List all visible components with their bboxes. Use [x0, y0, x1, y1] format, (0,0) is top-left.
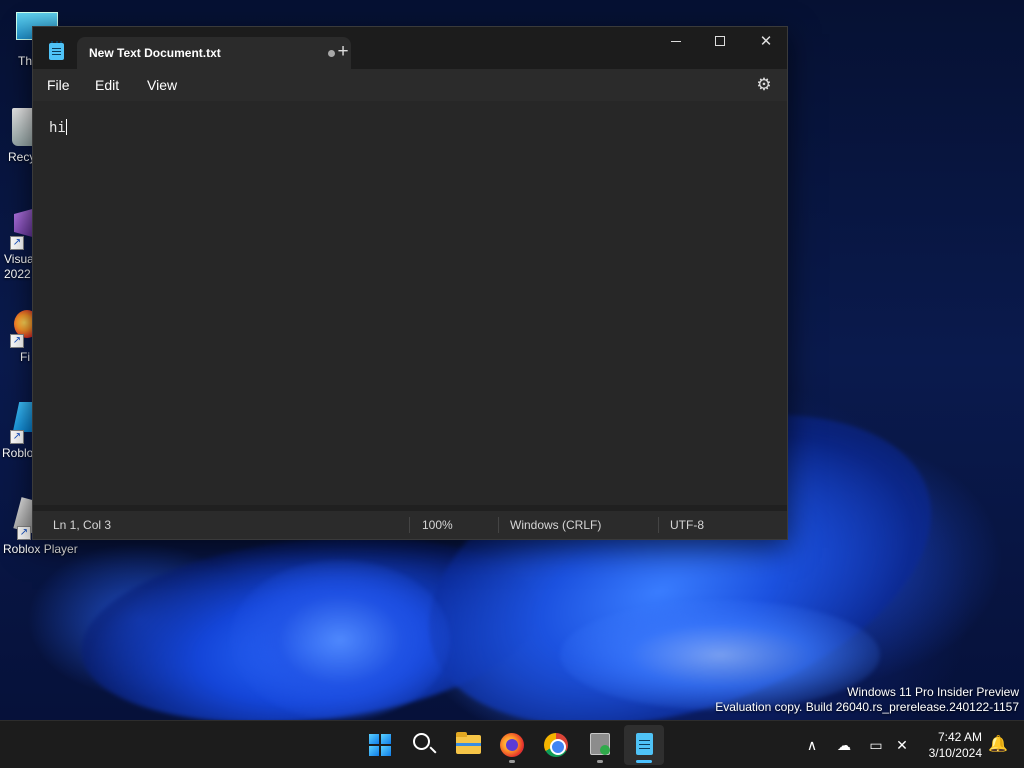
desktop-icon-label: Roblox Player	[3, 542, 78, 556]
new-tab-button[interactable]: +	[331, 42, 355, 63]
status-encoding: UTF-8	[670, 518, 704, 532]
status-cursor-position: Ln 1, Col 3	[53, 518, 112, 532]
desktop-icon-label-line1: Visua	[4, 252, 34, 266]
status-bar: Ln 1, Col 3 100% Windows (CRLF) UTF-8	[33, 511, 787, 539]
watermark-line1: Windows 11 Pro Insider Preview	[847, 685, 1019, 699]
status-divider	[498, 517, 499, 533]
minimize-icon	[671, 40, 681, 42]
clock-time: 7:42 AM	[937, 730, 982, 744]
editor-content[interactable]: hi	[49, 119, 67, 136]
running-indicator	[509, 760, 515, 763]
tool-icon	[590, 733, 610, 755]
minimize-button[interactable]	[653, 27, 699, 59]
wallpaper-bloom	[230, 560, 450, 720]
shortcut-arrow-icon: ↗	[10, 430, 24, 444]
watermark-line2: Evaluation copy. Build 26040.rs_prerelea…	[715, 700, 1019, 714]
menu-bar: File Edit View ⚙	[33, 69, 787, 101]
volume-muted-icon[interactable]: ✕	[892, 735, 912, 755]
tab-new-text-document[interactable]: New Text Document.txt	[77, 37, 351, 69]
status-divider	[409, 517, 410, 533]
text-editor[interactable]: hi	[33, 101, 787, 505]
text-caret	[65, 119, 67, 135]
menu-file[interactable]: File	[47, 77, 70, 93]
file-explorer-icon	[456, 732, 481, 754]
onedrive-cloud-icon[interactable]: ☁	[834, 735, 854, 755]
search-button[interactable]	[404, 725, 444, 765]
desktop-icon-label-line2: 2022	[4, 267, 31, 281]
settings-gear-icon[interactable]: ⚙	[755, 76, 773, 94]
close-button[interactable]: ✕	[743, 27, 789, 59]
show-hidden-icons-chevron-icon[interactable]: ∧	[802, 735, 822, 755]
chrome-taskbar-button[interactable]	[536, 725, 576, 765]
menu-edit[interactable]: Edit	[95, 77, 119, 93]
notepad-icon	[636, 733, 653, 755]
notepad-window[interactable]: New Text Document.txt + ✕ File Edit View…	[32, 26, 788, 540]
clock-date: 3/10/2024	[928, 746, 982, 760]
notepad-taskbar-button[interactable]	[624, 725, 664, 765]
status-divider	[658, 517, 659, 533]
tool-taskbar-button[interactable]	[580, 725, 620, 765]
active-indicator	[636, 760, 652, 763]
notification-bell-icon[interactable]: 🔔	[988, 735, 1008, 755]
shortcut-arrow-icon: ↗	[10, 334, 24, 348]
close-icon: ✕	[759, 33, 773, 50]
clock[interactable]: 7:42 AM 3/10/2024	[920, 729, 982, 761]
notepad-app-icon	[49, 41, 64, 60]
running-indicator	[597, 760, 603, 763]
firefox-icon	[500, 733, 524, 757]
status-zoom: 100%	[422, 518, 453, 532]
start-icon	[369, 734, 391, 756]
tab-title: New Text Document.txt	[89, 46, 221, 60]
evaluation-watermark: Windows 11 Pro Insider Preview Evaluatio…	[715, 685, 1019, 715]
start-button[interactable]	[360, 725, 400, 765]
file-explorer-button[interactable]	[448, 725, 488, 765]
taskbar: ∧ ☁ ▭ ✕ 7:42 AM 3/10/2024 🔔	[0, 720, 1024, 768]
status-line-ending: Windows (CRLF)	[510, 518, 602, 532]
network-icon[interactable]: ▭	[866, 735, 886, 755]
maximize-button[interactable]	[697, 27, 743, 59]
editor-text-value: hi	[49, 120, 66, 136]
firefox-taskbar-button[interactable]	[492, 725, 532, 765]
title-bar[interactable]: New Text Document.txt + ✕	[33, 27, 787, 69]
chrome-icon	[544, 733, 568, 757]
shortcut-arrow-icon: ↗	[17, 526, 31, 540]
menu-view[interactable]: View	[147, 77, 177, 93]
shortcut-arrow-icon: ↗	[10, 236, 24, 250]
maximize-icon	[715, 35, 725, 46]
search-icon	[413, 733, 430, 750]
